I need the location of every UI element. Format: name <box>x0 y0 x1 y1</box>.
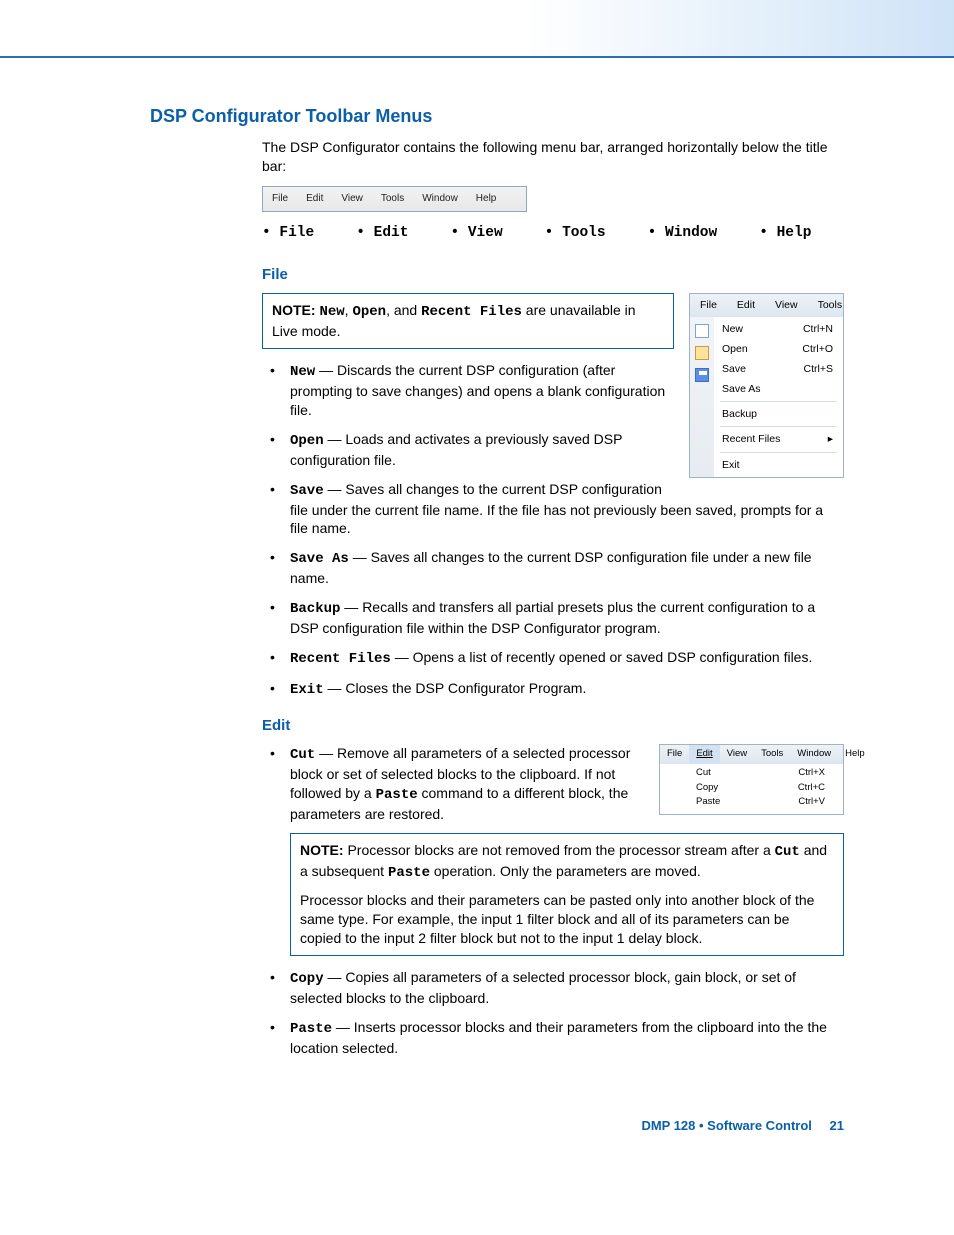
menu-bullet: • Window <box>648 224 718 244</box>
list-item: Cut — Remove all parameters of a selecte… <box>262 744 644 824</box>
dd-row: PasteCtrl+V <box>660 795 843 810</box>
list-item: Copy — Copies all parameters of a select… <box>262 968 844 1008</box>
menubar-item: Edit <box>297 187 332 211</box>
list-item: Paste — Inserts processor blocks and the… <box>262 1018 844 1058</box>
dropdown-head: File Edit View Tools Window Help <box>660 745 843 764</box>
menu-bullet: • View <box>450 224 502 244</box>
dd-head-item: File <box>660 745 689 764</box>
menubar-item: File <box>263 187 297 211</box>
list-item: Exit — Closes the DSP Configurator Progr… <box>262 679 844 700</box>
dd-head-item: File <box>690 294 727 316</box>
list-item: Recent Files — Opens a list of recently … <box>262 648 844 669</box>
page-footer: DMP 128 • Software Control 21 <box>150 1117 844 1135</box>
note-label: NOTE: <box>272 302 316 318</box>
dd-head-item: Tools <box>754 745 790 764</box>
menu-bullet: • File <box>262 224 314 244</box>
dd-head-item: Help <box>838 745 872 764</box>
list-item: Open — Loads and activates a previously … <box>262 430 844 470</box>
footer-page-number: 21 <box>830 1118 844 1133</box>
dd-row: OpenCtrl+O <box>714 339 843 359</box>
dd-row: CutCtrl+X <box>660 766 843 781</box>
dd-head-item: Edit <box>689 745 719 764</box>
page-header-gradient <box>0 0 954 58</box>
intro-text: The DSP Configurator contains the follow… <box>262 138 844 176</box>
menubar-item: Tools <box>372 187 413 211</box>
dd-divider <box>720 426 837 427</box>
note-label: NOTE: <box>300 842 344 858</box>
menu-bullet: • Help <box>759 224 811 244</box>
dd-head-item: Window <box>790 745 838 764</box>
dd-row: CopyCtrl+C <box>660 781 843 796</box>
menubar-item: View <box>332 187 372 211</box>
dd-head-item: View <box>720 745 754 764</box>
dd-head-item: Edit <box>727 294 765 316</box>
heading-edit: Edit <box>262 716 844 736</box>
list-item: Save — Saves all changes to the current … <box>262 480 844 539</box>
menubar-item: Window <box>413 187 467 211</box>
note-paragraph: Processor blocks and their parameters ca… <box>300 891 834 948</box>
file-items-list: New — Discards the current DSP configura… <box>262 361 844 699</box>
page-body: DSP Configurator Toolbar Menus The DSP C… <box>0 104 954 1175</box>
footer-product: DMP 128 • Software Control <box>641 1118 811 1133</box>
edit-dropdown-screenshot: File Edit View Tools Window Help CutCtrl… <box>659 744 844 815</box>
menu-bullet-list: • File • Edit • View • Tools • Window • … <box>262 224 844 244</box>
dropdown-head: File Edit View Tools <box>690 294 843 316</box>
dd-row: NewCtrl+N <box>714 319 843 339</box>
menu-bullet: • Tools <box>545 224 606 244</box>
dd-head-item: Tools <box>808 294 853 316</box>
note-box-edit: NOTE: Processor blocks are not removed f… <box>290 833 844 955</box>
dd-head-item: View <box>765 294 808 316</box>
edit-items-top: Cut — Remove all parameters of a selecte… <box>262 744 644 824</box>
note-box-file: NOTE: New, Open, and Recent Files are un… <box>262 293 674 349</box>
edit-items-bottom: Copy — Copies all parameters of a select… <box>262 968 844 1058</box>
list-item: Backup — Recalls and transfers all parti… <box>262 598 844 638</box>
menubar-screenshot: File Edit View Tools Window Help <box>262 186 527 212</box>
menubar-item: Help <box>467 187 506 211</box>
heading-file: File <box>262 265 844 285</box>
menu-bullet: • Edit <box>356 224 408 244</box>
list-item: Save As — Saves all changes to the curre… <box>262 548 844 588</box>
list-item: New — Discards the current DSP configura… <box>262 361 844 420</box>
heading-main: DSP Configurator Toolbar Menus <box>150 104 844 128</box>
open-folder-icon <box>695 346 709 360</box>
new-file-icon <box>695 324 709 338</box>
